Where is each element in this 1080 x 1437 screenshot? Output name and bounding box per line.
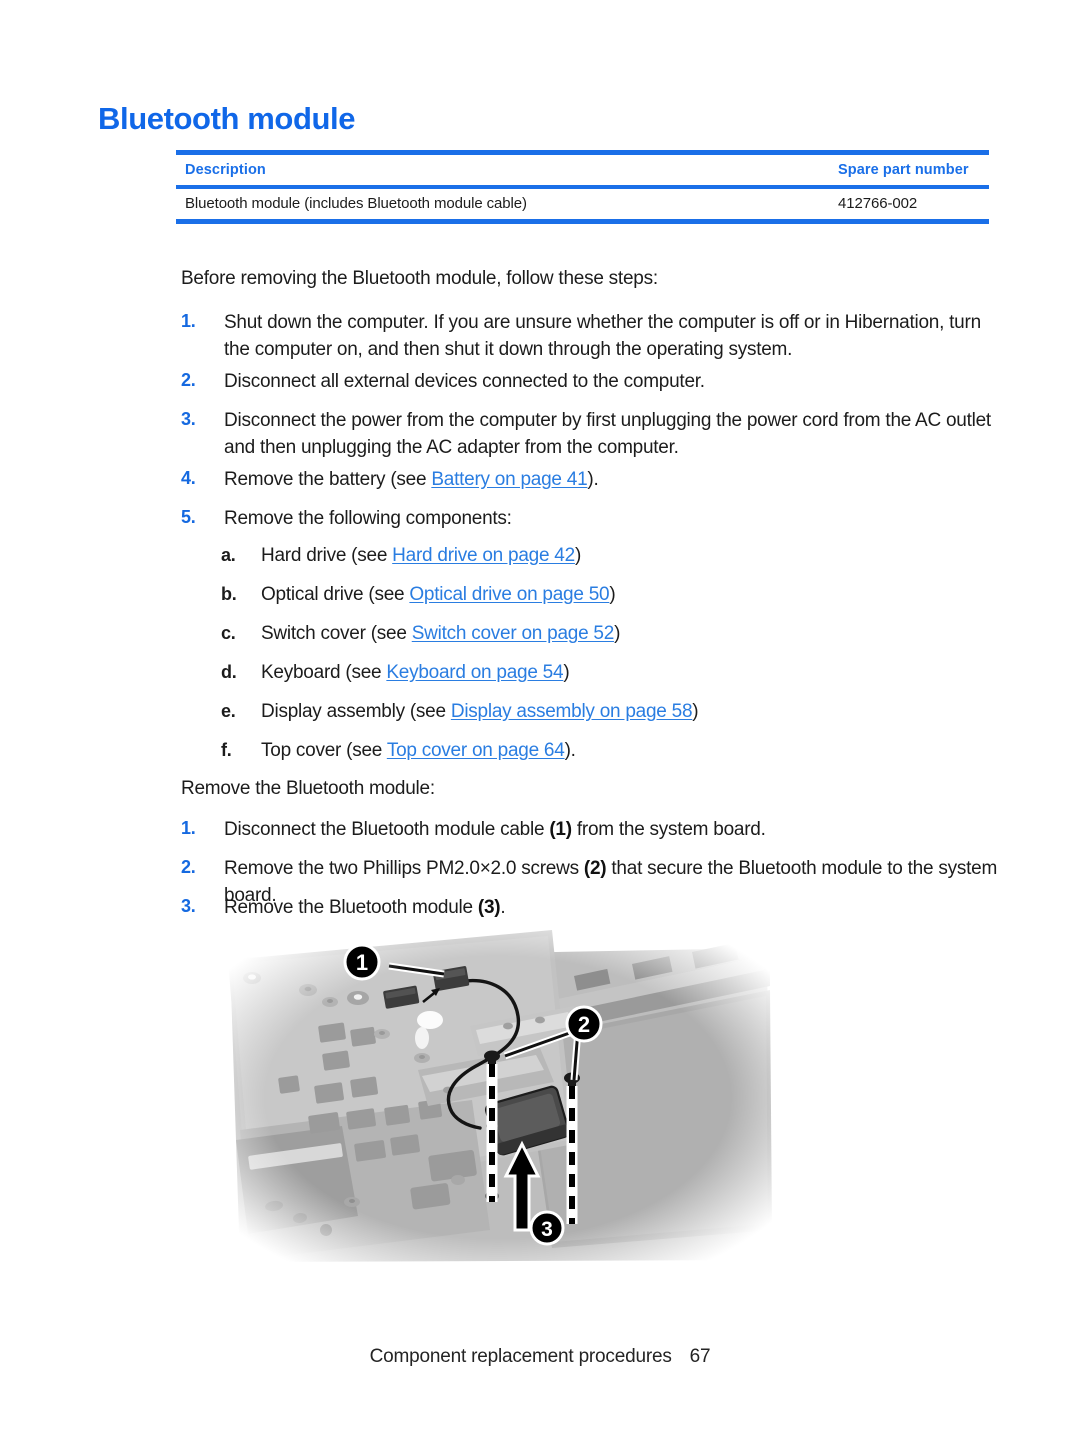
remove-step-3-text: Remove the Bluetooth module (3). [224,895,999,922]
before-substep-d: d. Keyboard (see Keyboard on page 54) [221,662,981,684]
before-step-5: 5. Remove the following components: [181,506,999,533]
remove-step-1-prefix: Disconnect the Bluetooth module cable [224,819,550,840]
callout-cue-1: (1) [549,819,572,840]
before-substep-e-number: e. [221,701,236,721]
before-step-3-text: Disconnect the power from the computer b… [224,410,991,458]
callout-1-label: 1 [356,950,368,975]
before-step-4-prefix: Remove the battery (see [224,469,432,490]
before-step-2-number: 2. [181,370,196,390]
remove-step-1-number: 1. [181,818,196,838]
before-step-2: 2. Disconnect all external devices conne… [181,369,999,396]
before-step-5-text: Remove the following components: [224,508,512,529]
before-step-3: 3. Disconnect the power from the compute… [181,408,1003,462]
before-substep-d-prefix: Keyboard (see [261,662,387,683]
remove-section-lead: Remove the Bluetooth module: [181,778,435,799]
bluetooth-module-removal-figure: 1 2 3 [222,930,774,1265]
footer-section-title: Component replacement procedures [369,1346,672,1367]
page-footer: Component replacement procedures 67 [0,1346,1080,1368]
before-substep-d-number: d. [221,662,237,682]
before-substep-d-text: Keyboard (see Keyboard on page 54) [261,662,981,684]
callout-marker-3: 3 [529,1210,565,1246]
remove-step-1-suffix: from the system board. [571,819,766,840]
remove-step-2-prefix: Remove the two Phillips PM2.0×2.0 screws [224,858,584,879]
before-substep-e-suffix: ) [692,701,699,722]
spec-table: Description Spare part number Bluetooth … [176,150,989,224]
link-keyboard-on-page-54[interactable]: Keyboard on page 54 [386,662,563,683]
before-substep-e-text: Display assembly (see Display assembly o… [261,701,981,723]
before-substep-a: a. Hard drive (see Hard drive on page 42… [221,545,981,567]
remove-step-1: 1. Disconnect the Bluetooth module cable… [181,817,999,844]
before-step-3-number: 3. [181,409,196,429]
before-step-4-text: Remove the battery (see Battery on page … [224,467,999,494]
before-substep-b-prefix: Optical drive (see [261,584,410,605]
table-header-cell-spare-part-number: Spare part number [830,161,989,179]
before-substep-b-text: Optical drive (see Optical drive on page… [261,584,981,606]
link-top-cover-on-page-64[interactable]: Top cover on page 64 [387,740,565,761]
before-substep-a-number: a. [221,545,236,565]
remove-step-3-prefix: Remove the Bluetooth module [224,897,478,918]
table-header-description-label: Description [185,162,266,178]
table-cell-spare-part-number-value: 412766-002 [838,195,918,212]
before-substep-f-number: f. [221,740,232,760]
remove-step-3-suffix: . [500,897,506,918]
before-substep-a-text: Hard drive (see Hard drive on page 42) [261,545,981,567]
before-substep-a-prefix: Hard drive (see [261,545,393,566]
before-step-1-text: Shut down the computer. If you are unsur… [224,312,981,360]
link-battery-on-page-41[interactable]: Battery on page 41 [431,469,587,490]
table-header-cell-description: Description [176,161,830,179]
remove-step-3: 3. Remove the Bluetooth module (3). [181,895,999,922]
table-rule-bottom [176,219,989,224]
before-substep-c-number: c. [221,623,236,643]
before-step-2-text: Disconnect all external devices connecte… [224,371,705,392]
before-substep-f-prefix: Top cover (see [261,740,387,761]
callout-3-label: 3 [541,1218,553,1241]
remove-step-1-text: Disconnect the Bluetooth module cable (1… [224,817,999,844]
page-title: Bluetooth module [98,101,356,136]
before-substep-f: f. Top cover (see Top cover on page 64). [221,740,981,762]
before-substep-c: c. Switch cover (see Switch cover on pag… [221,623,981,645]
figure-photo: 1 2 3 [222,930,774,1265]
table-header-row: Description Spare part number [176,155,989,185]
link-hard-drive-on-page-42[interactable]: Hard drive on page 42 [392,545,575,566]
callout-cue-3: (3) [477,897,501,918]
before-substep-e: e. Display assembly (see Display assembl… [221,701,981,723]
before-step-5-number: 5. [181,507,196,527]
table-row: Bluetooth module (includes Bluetooth mod… [176,189,989,219]
link-display-assembly-on-page-58[interactable]: Display assembly on page 58 [451,701,693,722]
table-cell-description: Bluetooth module (includes Bluetooth mod… [176,195,830,213]
before-step-1-number: 1. [181,311,196,331]
before-substep-c-prefix: Switch cover (see [261,623,412,644]
before-substep-e-prefix: Display assembly (see [261,701,451,722]
before-substep-b-suffix: ) [609,584,616,605]
table-cell-description-value: Bluetooth module (includes Bluetooth mod… [185,195,527,212]
before-step-4: 4. Remove the battery (see Battery on pa… [181,467,999,494]
before-substep-f-text: Top cover (see Top cover on page 64). [261,740,981,762]
before-substep-c-text: Switch cover (see Switch cover on page 5… [261,623,981,645]
before-step-4-number: 4. [181,468,196,488]
callout-cue-2: (2) [583,858,607,879]
before-substep-a-suffix: ) [574,545,582,566]
link-switch-cover-on-page-52[interactable]: Switch cover on page 52 [412,623,615,644]
before-substep-d-suffix: ) [563,662,570,683]
callout-2-label: 2 [578,1012,590,1037]
before-substep-b: b. Optical drive (see Optical drive on p… [221,584,981,606]
table-header-spare-part-number-label: Spare part number [838,162,969,178]
before-section-lead: Before removing the Bluetooth module, fo… [181,268,658,289]
callout-marker-2: 2 [565,1005,603,1043]
remove-step-3-number: 3. [181,896,196,916]
callout-marker-1: 1 [343,943,381,981]
before-step-1: 1. Shut down the computer. If you are un… [181,310,999,364]
before-substep-f-suffix: ). [564,740,576,761]
laptop-base-photo-illustration: 1 2 3 [222,930,774,1265]
footer-page-number: 67 [689,1346,711,1367]
link-optical-drive-on-page-50[interactable]: Optical drive on page 50 [409,584,609,605]
table-cell-spare-part-number: 412766-002 [830,195,989,213]
before-step-4-suffix: ). [587,469,599,490]
before-substep-b-number: b. [221,584,237,604]
before-substep-c-suffix: ) [614,623,621,644]
